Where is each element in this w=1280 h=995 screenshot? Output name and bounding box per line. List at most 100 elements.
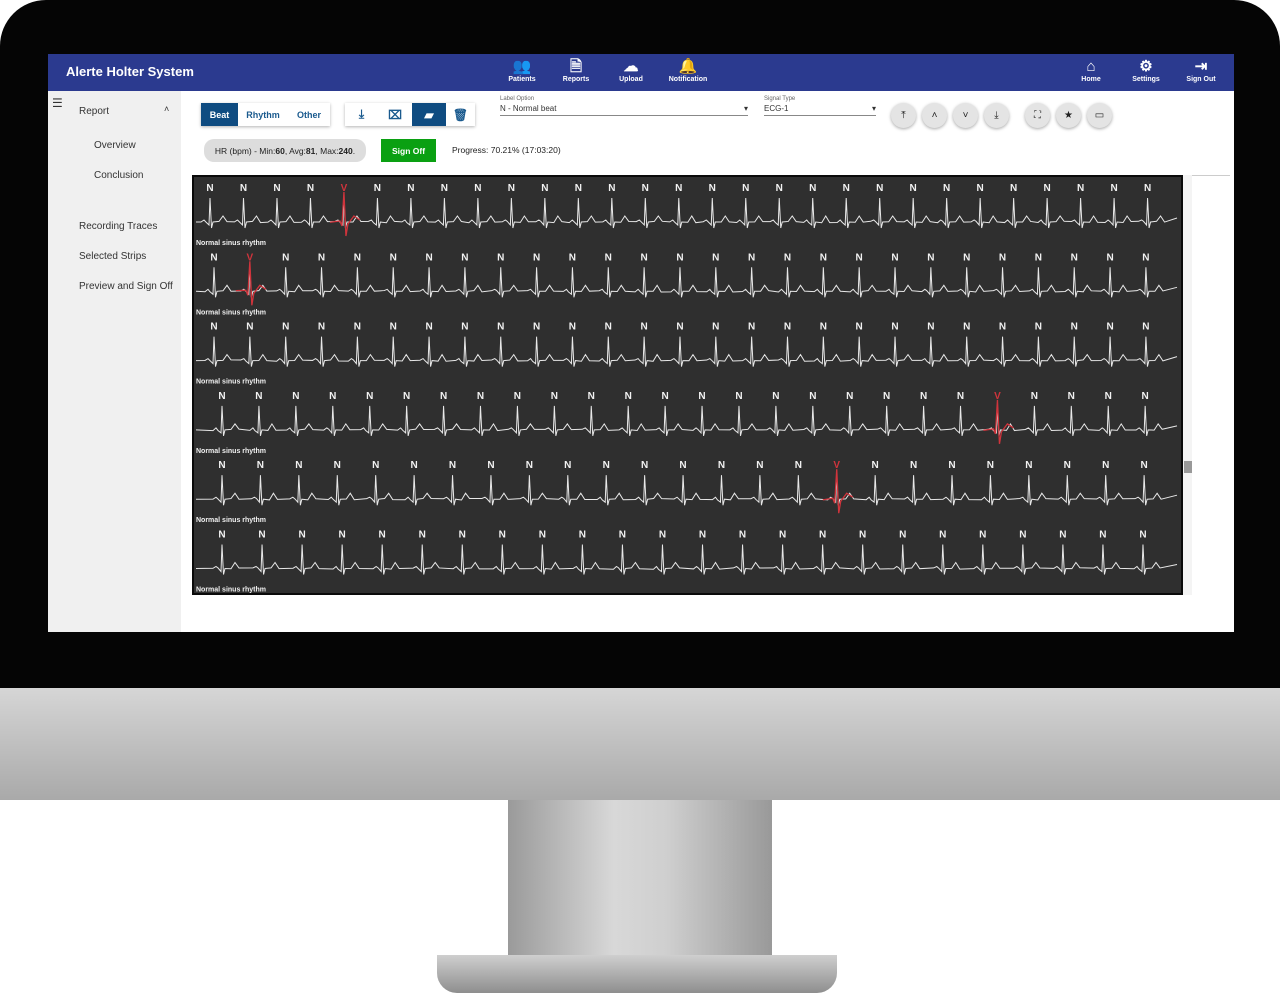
beat-label-n[interactable]: N [246,322,253,333]
nav-sign-out[interactable]: ⇥ Sign Out [1173,58,1229,83]
beat-label-n[interactable]: N [1077,183,1084,194]
beat-label-n[interactable]: N [461,252,468,263]
beat-label-n[interactable]: N [218,530,225,541]
chevron-up-icon[interactable]: ˄ [922,103,947,128]
beat-label-n[interactable]: N [699,530,706,541]
star-icon[interactable]: ★ [1056,103,1081,128]
beat-label-n[interactable]: N [1106,252,1113,263]
label-icon[interactable]: ▰ [412,103,446,126]
beat-label-n[interactable]: N [1099,530,1106,541]
beat-label-n[interactable]: N [564,460,571,471]
beat-label-n[interactable]: N [533,322,540,333]
ruler-icon[interactable]: ▭ [1087,103,1112,128]
ecg-abnormal-beat[interactable] [983,399,1014,445]
beat-label-n[interactable]: N [497,322,504,333]
beat-label-n[interactable]: N [441,183,448,194]
beat-label-n[interactable]: N [1043,183,1050,194]
beat-label-n[interactable]: N [795,460,802,471]
beat-label-n[interactable]: N [1068,391,1075,402]
beat-label-n[interactable]: N [240,183,247,194]
beat-label-n[interactable]: N [742,183,749,194]
beat-label-n[interactable]: N [474,183,481,194]
beat-label-n[interactable]: N [1110,183,1117,194]
beat-label-n[interactable]: N [1102,460,1109,471]
beat-label-n[interactable]: N [533,252,540,263]
sign-off-button[interactable]: Sign Off [381,139,436,162]
beat-label-n[interactable]: N [575,183,582,194]
beat-label-n[interactable]: N [407,183,414,194]
beat-label-n[interactable]: N [514,391,521,402]
beat-label-n[interactable]: N [1071,322,1078,333]
beat-label-n[interactable]: N [676,252,683,263]
beat-label-n[interactable]: N [856,322,863,333]
beat-label-n[interactable]: N [1035,252,1042,263]
beat-label-n[interactable]: N [641,460,648,471]
ecg-abnormal-beat[interactable] [235,261,267,306]
beat-label-n[interactable]: N [459,530,466,541]
tab-beat[interactable]: Beat [201,103,238,126]
beat-label-n[interactable]: N [676,322,683,333]
beat-label-n[interactable]: N [640,322,647,333]
beat-label-n[interactable]: N [449,460,456,471]
beat-label-n[interactable]: N [419,530,426,541]
ecg-scrollbar[interactable] [1183,175,1192,595]
beat-label-n[interactable]: N [390,252,397,263]
beat-label-n[interactable]: N [499,530,506,541]
beat-label-n[interactable]: N [943,183,950,194]
text-select-icon[interactable]: ⌧ [378,103,412,126]
beat-label-n[interactable]: N [425,322,432,333]
beat-label-n[interactable]: N [1140,460,1147,471]
beat-label-n[interactable]: N [354,322,361,333]
beat-label-n[interactable]: N [876,183,883,194]
beat-label-n[interactable]: N [846,391,853,402]
beat-label-n[interactable]: N [698,391,705,402]
beat-label-n[interactable]: N [748,252,755,263]
beat-label-n[interactable]: N [709,183,716,194]
beat-label-n[interactable]: N [605,252,612,263]
beat-label-n[interactable]: N [820,252,827,263]
beat-label-n[interactable]: N [712,252,719,263]
beat-label-n[interactable]: N [329,391,336,402]
nav-upload[interactable]: ☁ Upload [603,58,659,83]
beat-label-n[interactable]: N [776,183,783,194]
beat-label-n[interactable]: N [957,391,964,402]
ecg-abnormal-beat[interactable] [822,469,854,514]
beat-label-n[interactable]: N [255,391,262,402]
beat-label-n[interactable]: N [772,391,779,402]
beat-label-n[interactable]: N [843,183,850,194]
tab-rhythm[interactable]: Rhythm [238,103,288,126]
nav-home[interactable]: ⌂ Home [1063,58,1119,83]
chevron-up-icon[interactable]: ˄ [164,104,169,114]
beat-label-n[interactable]: N [218,391,225,402]
beat-label-n[interactable]: N [206,183,213,194]
beat-label-n[interactable]: N [948,460,955,471]
beat-label-n[interactable]: N [859,530,866,541]
trash-icon[interactable]: 🗑 [446,103,475,126]
beat-label-n[interactable]: N [210,252,217,263]
beat-label-n[interactable]: N [218,460,225,471]
beat-label-n[interactable]: N [273,183,280,194]
beat-label-n[interactable]: N [999,252,1006,263]
beat-label-n[interactable]: N [1059,530,1066,541]
beat-label-n[interactable]: N [891,322,898,333]
beat-label-n[interactable]: N [1010,183,1017,194]
beat-label-n[interactable]: N [440,391,447,402]
beat-label-n[interactable]: N [899,530,906,541]
sidebar-item-conclusion[interactable]: Conclusion [94,170,143,181]
beat-label-n[interactable]: N [295,460,302,471]
tab-other[interactable]: Other [288,103,330,126]
beat-label-n[interactable]: N [927,322,934,333]
beat-label-n[interactable]: N [1031,391,1038,402]
beat-label-n[interactable]: N [856,252,863,263]
beat-label-n[interactable]: N [977,183,984,194]
beat-label-n[interactable]: N [963,252,970,263]
menu-icon[interactable]: ☰ [52,96,63,110]
beat-label-n[interactable]: N [410,460,417,471]
beat-label-n[interactable]: N [939,530,946,541]
sidebar-item-overview[interactable]: Overview [94,140,136,151]
beat-label-n[interactable]: N [987,460,994,471]
beat-label-n[interactable]: N [339,530,346,541]
beat-label-n[interactable]: N [927,252,934,263]
beat-label-n[interactable]: N [1142,252,1149,263]
nav-notification[interactable]: 🔔 Notification [660,58,716,83]
